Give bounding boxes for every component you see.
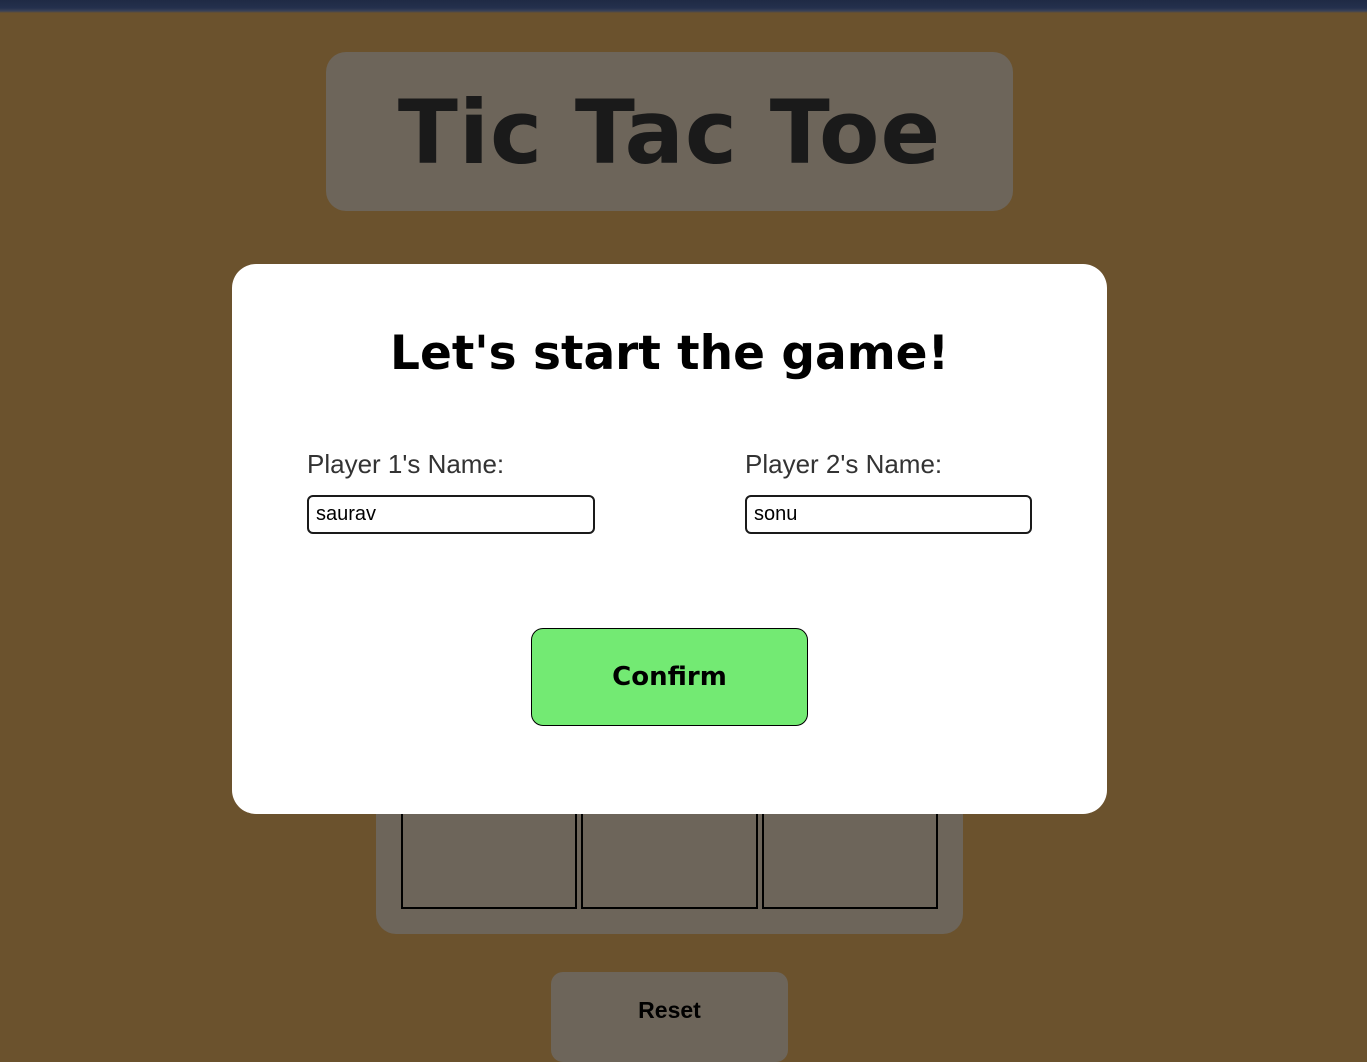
player1-name-input[interactable] xyxy=(307,495,595,534)
game-title: Tic Tac Toe xyxy=(397,81,942,184)
player-names-modal: Let's start the game! Player 1's Name: P… xyxy=(232,264,1107,814)
browser-top-strip xyxy=(0,0,1367,13)
reset-button[interactable]: Reset xyxy=(551,972,788,1062)
confirm-button[interactable]: Confirm xyxy=(531,628,808,726)
player1-label: Player 1's Name: xyxy=(307,449,505,479)
title-panel: Tic Tac Toe xyxy=(326,52,1013,211)
player2-label: Player 2's Name: xyxy=(745,449,943,479)
modal-heading: Let's start the game! xyxy=(390,326,949,381)
player2-name-input[interactable] xyxy=(745,495,1032,534)
